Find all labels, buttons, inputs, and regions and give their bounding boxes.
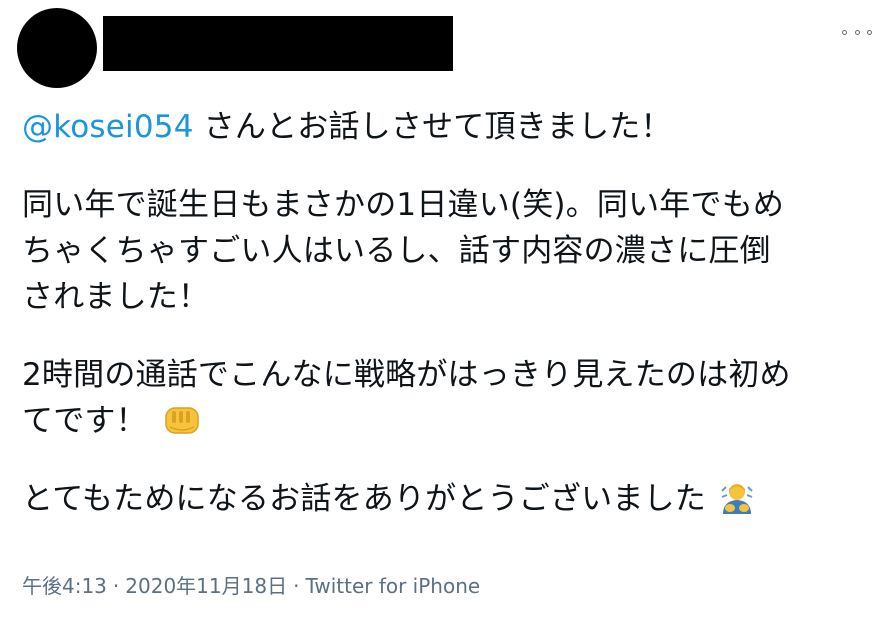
mention-link[interactable]: @kosei054 bbox=[22, 109, 194, 145]
tweet-time[interactable]: 午後4:13 bbox=[22, 574, 107, 598]
tweet-line-text: さんとお話しさせて頂きました！ bbox=[193, 109, 672, 145]
tweet-line-text: てです！ bbox=[22, 403, 147, 439]
tweet-card: @kosei054 さんとお話しさせて頂きました！ 同い年で誕生日もまさかの1日… bbox=[0, 0, 888, 618]
tweet-line: とてもためになるお話をありがとうございました bbox=[22, 476, 872, 522]
tweet-line: てです！ bbox=[22, 398, 872, 444]
more-dot bbox=[842, 29, 847, 35]
tweet-line: @kosei054 さんとお話しさせて頂きました！ bbox=[22, 104, 872, 150]
more-options-icon[interactable] bbox=[842, 22, 872, 42]
tweet-text: @kosei054 さんとお話しさせて頂きました！ 同い年で誕生日もまさかの1日… bbox=[22, 104, 872, 522]
bowing-person-icon bbox=[721, 484, 753, 514]
more-dot bbox=[854, 29, 860, 35]
more-dot bbox=[867, 29, 872, 35]
tweet-line-text: とてもためになるお話をありがとうございました bbox=[22, 481, 706, 517]
tweet-source[interactable]: Twitter for iPhone bbox=[305, 574, 480, 598]
avatar[interactable] bbox=[17, 8, 97, 88]
tweet-line: 同い年で誕生日もまさかの1日違い(笑)。同い年でもめ bbox=[22, 187, 785, 223]
tweet-line: 2時間の通話でこんなに戦略がはっきり見えたのは初め bbox=[22, 357, 791, 393]
fist-bump-icon bbox=[165, 407, 199, 434]
tweet-line: されました！ bbox=[22, 279, 210, 315]
separator: · bbox=[293, 574, 300, 598]
tweet-metadata: 午後4:13 · 2020年11月18日 · Twitter for iPhone bbox=[22, 570, 480, 599]
redacted-display-name bbox=[103, 16, 453, 71]
tweet-line: ちゃくちゃすごい人はいるし、話す内容の濃さに圧倒 bbox=[22, 233, 771, 269]
separator: · bbox=[112, 574, 120, 598]
tweet-date[interactable]: 2020年11月18日 bbox=[125, 574, 287, 598]
